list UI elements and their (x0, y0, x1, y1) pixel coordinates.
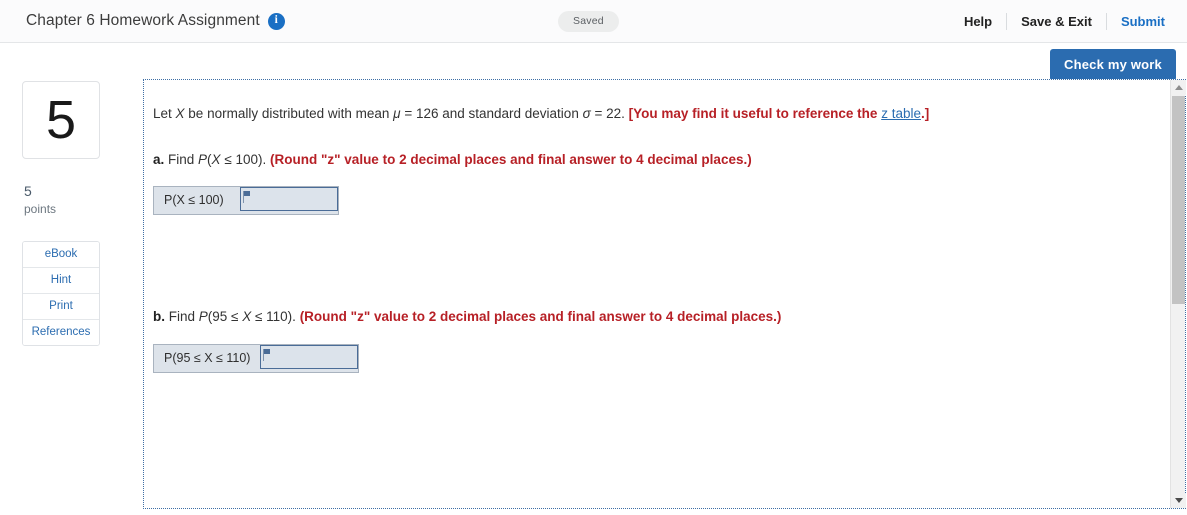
tool-list: eBook Hint Print References (22, 241, 100, 347)
reference-note-open: [You may find it useful to reference the (628, 106, 882, 121)
stem-mean-value: = 126 and standard deviation (400, 106, 583, 121)
submit-link[interactable]: Submit (1107, 14, 1165, 29)
stem-symbol-sigma: σ (582, 106, 591, 121)
reference-note: [You may find it useful to reference the… (629, 106, 930, 121)
part-a-input-wrap (240, 187, 338, 214)
status-badge: Saved (558, 11, 619, 32)
question-panel: Let X be normally distributed with mean … (143, 79, 1186, 509)
stem-text-2: be normally distributed with mean (184, 106, 394, 121)
app-header: Chapter 6 Homework Assignment i Saved He… (0, 0, 1187, 43)
check-my-work-button[interactable]: Check my work (1050, 49, 1176, 81)
references-button[interactable]: References (23, 320, 99, 346)
part-b-expr-open: (95 ≤ (207, 309, 243, 325)
part-a-expr-rest: ≤ 100). (220, 151, 267, 167)
page-title: Chapter 6 Homework Assignment (26, 12, 260, 29)
part-a-instruction: (Round "z" value to 2 decimal places and… (270, 151, 752, 167)
reference-note-close: .] (920, 106, 930, 121)
part-b-label: b. (153, 309, 165, 325)
part-b-find: Find (165, 309, 199, 325)
points-label: points (24, 201, 57, 216)
part-a-p-symbol: P (198, 151, 208, 167)
body: 5 5 points eBook Hint Print References L… (0, 79, 1187, 509)
stem-symbol-mu: μ (393, 106, 401, 121)
part-b-variable-x: X (242, 309, 252, 325)
info-icon[interactable]: i (267, 12, 285, 30)
part-b-expr-rest: ≤ 110). (251, 309, 296, 325)
part-a-label: a. (153, 151, 165, 167)
part-a-prompt: a. Find P(X ≤ 100). (Round "z" value to … (153, 150, 1169, 170)
help-link[interactable]: Help (950, 14, 1006, 29)
ebook-button[interactable]: eBook (23, 242, 99, 269)
hint-button[interactable]: Hint (23, 268, 99, 295)
scroll-up-arrow-icon[interactable] (1171, 80, 1186, 95)
part-a-answer-input[interactable] (240, 187, 338, 212)
part-b-prompt: b. Find P(95 ≤ X ≤ 110). (Round "z" valu… (153, 307, 1169, 327)
question-stem: Let X be normally distributed with mean … (153, 104, 1169, 124)
part-a-answer-label: P(X ≤ 100) (154, 187, 240, 215)
scrollbar-thumb[interactable] (1172, 96, 1185, 304)
part-b-answer-input[interactable] (260, 344, 359, 369)
part-b-answer-row: P(95 ≤ X ≤ 110) (153, 343, 360, 373)
part-a-answer-row: P(X ≤ 100) (153, 186, 339, 216)
toolbar: Check my work (0, 43, 1187, 81)
part-b-instruction: (Round "z" value to 2 decimal places and… (299, 309, 782, 325)
part-a-find: Find (164, 151, 199, 167)
points-value: 5 (24, 183, 32, 199)
vertical-scrollbar[interactable] (1170, 80, 1186, 508)
stem-variable-x: X (175, 106, 185, 121)
title-group: Chapter 6 Homework Assignment i (26, 12, 285, 30)
question-scroll-area: Let X be normally distributed with mean … (144, 80, 1169, 508)
save-and-exit-link[interactable]: Save & Exit (1007, 14, 1106, 29)
part-b-p-symbol: P (198, 309, 208, 325)
question-sidebar: 5 5 points eBook Hint Print References (22, 79, 122, 347)
stem-text-1: Let (153, 106, 176, 121)
stem-sd-value: = 22. (590, 106, 629, 121)
part-b-answer-label: P(95 ≤ X ≤ 110) (154, 344, 261, 372)
question-part-b: b. Find P(95 ≤ X ≤ 110). (Round "z" valu… (153, 307, 1169, 373)
header-actions: Help Save & Exit Submit (950, 0, 1165, 43)
part-b-input-wrap (260, 344, 359, 372)
part-a-variable-x: X (211, 151, 221, 167)
question-number-badge: 5 (22, 81, 100, 159)
question-part-a: a. Find P(X ≤ 100). (Round "z" value to … (153, 150, 1169, 216)
z-table-link[interactable]: z table (881, 106, 921, 121)
scroll-down-arrow-icon[interactable] (1171, 493, 1186, 508)
points-block: 5 points (24, 183, 122, 217)
print-button[interactable]: Print (23, 294, 99, 321)
